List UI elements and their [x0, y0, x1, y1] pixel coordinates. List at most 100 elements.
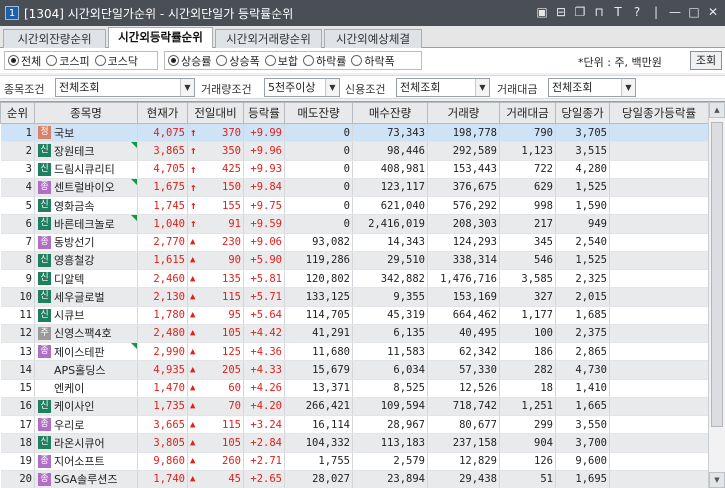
amount-condition-select[interactable]: 전체조회 ▼ — [548, 78, 636, 97]
stock-name-cell[interactable]: APS홀딩스 — [34, 360, 138, 380]
font-icon[interactable]: T — [610, 4, 626, 21]
market-badge-icon: 신 — [38, 272, 51, 286]
column-header[interactable]: 당일종가 — [555, 102, 610, 124]
layout-icon[interactable]: ▣ — [534, 4, 550, 21]
change-cell: ▲ 45 — [187, 470, 244, 488]
table-row[interactable]: 13 종 제이스테판 2,990 ▲ 125 +4.36 11,680 11,583 62,342… — [0, 342, 709, 362]
table-row[interactable]: 12 주 신영스팩4호 2,480 ▲ 105 +4.42 41,291 6,135 40,495… — [0, 324, 709, 344]
close-rate-cell — [609, 470, 709, 488]
sort-radio-4[interactable]: 하락폭 — [351, 53, 395, 69]
table-row[interactable]: 2 신 장원테크 3,865 ↑ 350 +9.96 0 98,446 292,589 1,123 3… — [0, 141, 709, 161]
stock-name-cell[interactable]: 신 세우글로벌 — [34, 287, 138, 307]
column-header[interactable]: 등락률 — [243, 102, 285, 124]
stock-name-cell[interactable]: 신 영화금속 — [34, 196, 138, 216]
table-row[interactable]: 15 엔케이 1,470 ▲ 60 +4.26 13,371 8,525 12,526 18 1,4… — [0, 379, 709, 398]
unit-note: *단위 : 주, 백만원 — [578, 56, 662, 69]
stock-name-cell[interactable]: 종 제이스테판 — [34, 342, 138, 362]
stock-name-cell[interactable]: 종 동방선기 — [34, 233, 138, 252]
table-row[interactable]: 17 종 우리로 3,665 ▲ 115 +3.24 16,114 28,967 80,677 29… — [0, 415, 709, 435]
price-cell: 4,075 — [137, 123, 188, 143]
rate-cell: +2.65 — [243, 470, 285, 488]
table-row[interactable]: 11 신 시큐브 1,780 ▲ 95 +5.64 114,705 45,319 664,462 1… — [0, 306, 709, 325]
table-row[interactable]: 9 신 디알텍 2,460 ▲ 135 +5.81 120,802 342,882 1,476,7… — [0, 269, 709, 289]
table-row[interactable]: 16 신 케이사인 1,735 ▲ 70 +4.20 266,421 109,594 718,74… — [0, 397, 709, 417]
tab-afterhours-expected[interactable]: 시간외예상체결 — [324, 29, 422, 48]
sort-radio-0[interactable]: 상승률 — [168, 53, 211, 69]
market-badge-icon: 종 — [38, 472, 51, 486]
stock-name-cell[interactable]: 주 신영스팩4호 — [34, 324, 138, 344]
tab-afterhours-volume[interactable]: 시간외거래량순위 — [215, 29, 322, 48]
table-row[interactable]: 20 종 SGA솔루션즈 1,740 ▲ 45 +2.65 28,027 23,894 29,43… — [0, 470, 709, 488]
change-value: 350 — [222, 144, 241, 157]
restore-icon[interactable]: ❐ — [572, 4, 588, 21]
table-row[interactable]: 8 신 영흥철강 1,615 ▲ 90 +5.90 119,286 29,510 338,314 5… — [0, 251, 709, 271]
stock-name-cell[interactable]: 신 바른테크놀로 — [34, 214, 138, 234]
column-header[interactable]: 전일대비 — [187, 102, 244, 124]
stock-name-cell[interactable]: 신 장원테크 — [34, 141, 138, 161]
stock-name-cell[interactable]: 신 케이사인 — [34, 397, 138, 417]
stock-name-cell[interactable]: 신 라온시큐어 — [34, 433, 138, 453]
stock-name-cell[interactable]: 신 디알텍 — [34, 269, 138, 289]
stock-name-cell[interactable]: 신 영흥철강 — [34, 251, 138, 271]
stock-name-cell[interactable]: 엔케이 — [34, 379, 138, 398]
table-row[interactable]: 14 APS홀딩스 4,935 ▲ 205 +4.33 15,679 6,034 57,330 2… — [0, 360, 709, 380]
tab-afterhours-remaining[interactable]: 시간외잔량순위 — [3, 29, 106, 48]
stock-condition-select[interactable]: 전체조회 ▼ — [55, 78, 195, 97]
stock-name-wrap: APS홀딩스 — [38, 362, 135, 378]
stock-name-cell[interactable]: 종 센트럴바이오 — [34, 178, 138, 198]
amount-cell: 629 — [499, 178, 556, 198]
market-radio-2[interactable]: 코스닥 — [94, 53, 138, 69]
market-radio-1[interactable]: 코스피 — [46, 53, 90, 69]
column-header[interactable]: 매도잔량 — [284, 102, 353, 124]
pin-icon[interactable]: ⊓ — [591, 4, 607, 21]
scroll-down-icon[interactable]: ▼ — [709, 472, 725, 488]
table-row[interactable]: 10 신 세우글로벌 2,130 ▲ 115 +5.71 133,125 9,355 153,16… — [0, 287, 709, 307]
stock-name-cell[interactable]: 종 우리로 — [34, 415, 138, 435]
table-row[interactable]: 18 신 라온시큐어 3,805 ▲ 105 +2.84 104,332 113,183 237,… — [0, 433, 709, 453]
vertical-scrollbar[interactable]: ▲ ▼ — [708, 102, 725, 488]
sort-radio-3[interactable]: 하락률 — [303, 53, 346, 69]
title-bar: 1 [1304] 시간외단일가순위 - 시간외단일가 등락률순위 ▣ ⊟ ❐ ⊓ T? |… — [0, 0, 725, 26]
buy-remaining-cell: 2,416,019 — [352, 214, 428, 234]
scroll-thumb[interactable] — [711, 122, 723, 427]
stock-name-cell[interactable]: 신 시큐브 — [34, 306, 138, 325]
table-row[interactable]: 19 종 지어소프트 9,860 ▲ 260 +2.71 1,755 2,579 12,829 12… — [0, 452, 709, 471]
sort-radio-1[interactable]: 상승폭 — [216, 53, 260, 69]
table-row[interactable]: 3 신 드림시큐리티 4,705 ↑ 425 +9.93 0 408,981 153,443 722… — [0, 160, 709, 179]
stock-name-cell[interactable]: 종 지어소프트 — [34, 452, 138, 471]
close-price-cell: 9,600 — [555, 452, 610, 471]
up-triangle-icon: ▲ — [190, 456, 196, 467]
minimize-icon[interactable]: — — [667, 4, 683, 21]
buy-remaining-cell: 8,525 — [352, 379, 428, 398]
lookup-button[interactable]: 조회 — [690, 51, 722, 70]
rank-cell: 8 — [0, 251, 35, 271]
table-row[interactable]: 1 정 국보 4,075 ↑ 370 +9.99 0 73,343 198,778 790 3,705 — [0, 123, 709, 143]
column-header[interactable]: 거래량 — [427, 102, 500, 124]
column-header[interactable]: 종목명 — [34, 102, 138, 124]
volume-condition-select[interactable]: 5천주이상 ▼ — [264, 78, 340, 97]
tab-afterhours-change-rate[interactable]: 시간외등락률순위 — [108, 27, 213, 49]
sort-radio-2[interactable]: 보합 — [264, 53, 298, 69]
close-rate-cell — [609, 452, 709, 471]
column-header[interactable]: 순위 — [0, 102, 35, 124]
maximize-icon[interactable]: □ — [686, 4, 702, 21]
table-row[interactable]: 6 신 바른테크놀로 1,040 ↑ 91 +9.59 0 2,416,019 208,303 21… — [0, 214, 709, 234]
credit-condition-select[interactable]: 전체조회 ▼ — [396, 78, 490, 97]
market-radio-0[interactable]: 전체 — [8, 53, 41, 69]
column-header[interactable]: 매수잔량 — [352, 102, 428, 124]
stock-name-cell[interactable]: 신 드림시큐리티 — [34, 160, 138, 179]
up-triangle-icon: ▲ — [190, 310, 196, 321]
column-header[interactable]: 현재가 — [137, 102, 188, 124]
close-icon[interactable]: ✕ — [705, 4, 721, 21]
minimize-panel-icon[interactable]: ⊟ — [553, 4, 569, 21]
stock-name-cell[interactable]: 정 국보 — [34, 123, 138, 143]
column-header[interactable]: 당일종가등락률 — [609, 102, 709, 124]
stock-name-cell[interactable]: 종 SGA솔루션즈 — [34, 470, 138, 488]
help-icon[interactable]: ? — [629, 4, 645, 21]
scroll-up-icon[interactable]: ▲ — [709, 102, 725, 118]
close-rate-cell — [609, 123, 709, 143]
table-row[interactable]: 4 종 센트럴바이오 1,675 ↑ 150 +9.84 0 123,117 376,675 629… — [0, 178, 709, 198]
table-row[interactable]: 7 종 동방선기 2,770 ▲ 230 +9.06 93,082 14,343 124,293 3… — [0, 233, 709, 252]
table-row[interactable]: 5 신 영화금속 1,745 ↑ 155 +9.75 0 621,040 576,292 998 1,… — [0, 196, 709, 216]
column-header[interactable]: 거래대금 — [499, 102, 556, 124]
